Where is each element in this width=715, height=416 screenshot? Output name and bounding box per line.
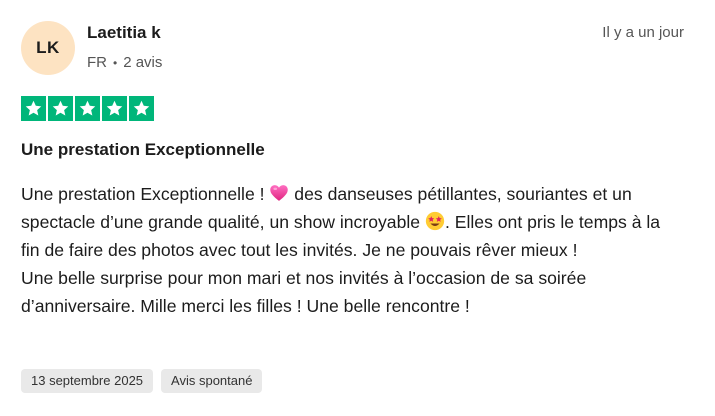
review-date-relative: Il y a un jour (602, 24, 684, 41)
review-paragraph-1: Une prestation Exceptionnelle ! des dans… (21, 180, 681, 264)
review-body: Une prestation Exceptionnelle ! des dans… (21, 180, 681, 320)
star-rating (21, 96, 154, 121)
review-card: LK Laetitia k FR • 2 avis Il y a un jour… (0, 0, 715, 416)
star-icon (75, 96, 100, 121)
avatar[interactable]: LK (21, 21, 75, 75)
review-paragraph-2: Une belle surprise pour mon mari et nos … (21, 268, 587, 316)
reviewer-country: FR (87, 54, 107, 71)
meta-separator: • (113, 55, 118, 70)
star-icon (21, 96, 46, 121)
pink-heart-icon (270, 185, 289, 201)
review-text-1: Une prestation Exceptionnelle ! (21, 184, 270, 204)
star-struck-icon (425, 211, 445, 231)
review-type-tag[interactable]: Avis spontané (161, 369, 263, 393)
review-tags: 13 septembre 2025 Avis spontané (21, 369, 263, 393)
star-icon (102, 96, 127, 121)
star-icon (129, 96, 154, 121)
star-icon (48, 96, 73, 121)
reviewer-review-count: 2 avis (123, 54, 163, 71)
review-title[interactable]: Une prestation Exceptionnelle (21, 140, 265, 160)
review-date-tag: 13 septembre 2025 (21, 369, 154, 393)
reviewer-meta: FR • 2 avis (87, 54, 162, 71)
avatar-initials: LK (36, 38, 60, 57)
reviewer-name[interactable]: Laetitia k (87, 23, 161, 43)
